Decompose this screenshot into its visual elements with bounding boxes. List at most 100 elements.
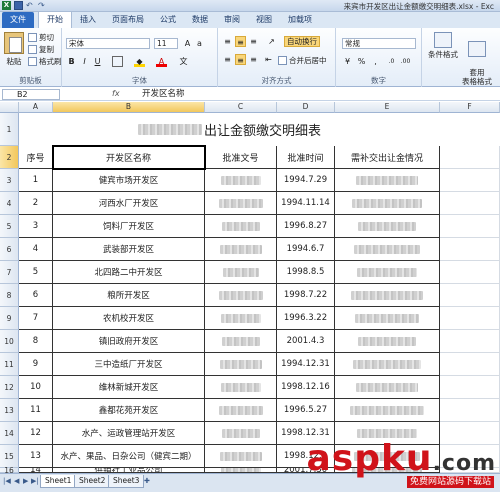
approval-number-cell[interactable]: [205, 215, 277, 238]
approval-date-cell[interactable]: 1994.11.14: [277, 192, 335, 215]
approval-number-cell[interactable]: [205, 353, 277, 376]
cell[interactable]: [440, 284, 500, 307]
underline-icon[interactable]: U: [92, 56, 103, 67]
select-all-corner[interactable]: [0, 102, 19, 113]
payment-status-cell[interactable]: [335, 445, 440, 468]
grow-font-icon[interactable]: A: [182, 38, 193, 49]
save-icon[interactable]: [14, 1, 23, 10]
zone-name-cell[interactable]: 三中造纸厂开发区: [53, 353, 205, 376]
row-number-cell[interactable]: 2: [19, 192, 53, 215]
payment-status-cell[interactable]: [335, 261, 440, 284]
percent-icon[interactable]: %: [356, 56, 367, 67]
payment-status-cell[interactable]: [335, 169, 440, 192]
formula-input[interactable]: 开发区名称: [142, 89, 185, 100]
cell[interactable]: [440, 215, 500, 238]
tab-view[interactable]: 视图: [248, 12, 280, 28]
column-header-b[interactable]: B: [53, 102, 205, 113]
font-name-combo[interactable]: 宋体: [66, 38, 150, 49]
align-left-icon[interactable]: ≡: [222, 54, 233, 65]
align-bottom-icon[interactable]: ≡: [248, 36, 259, 47]
row-header[interactable]: 8: [0, 284, 19, 307]
paste-button[interactable]: 粘贴: [4, 32, 24, 67]
undo-icon[interactable]: ↶: [26, 1, 35, 10]
table-header-cell[interactable]: 开发区名称: [53, 146, 205, 169]
approval-date-cell[interactable]: 1996.8.27: [277, 215, 335, 238]
table-header-cell[interactable]: 批准文号: [205, 146, 277, 169]
row-header[interactable]: 12: [0, 376, 19, 399]
column-header-d[interactable]: D: [277, 102, 335, 113]
payment-status-cell[interactable]: [335, 284, 440, 307]
zone-name-cell[interactable]: 北四路二中开发区: [53, 261, 205, 284]
row-number-cell[interactable]: 9: [19, 353, 53, 376]
row-number-cell[interactable]: 3: [19, 215, 53, 238]
approval-date-cell[interactable]: 1998.12.16: [277, 376, 335, 399]
row-header[interactable]: 10: [0, 330, 19, 353]
format-painter-button[interactable]: 格式刷: [28, 56, 62, 67]
comma-icon[interactable]: ,: [370, 56, 381, 67]
align-top-icon[interactable]: ≡: [222, 36, 233, 47]
sheet-tab-2[interactable]: Sheet2: [74, 475, 111, 488]
first-sheet-icon[interactable]: |◀: [3, 477, 11, 485]
approval-number-cell[interactable]: [205, 399, 277, 422]
payment-status-cell[interactable]: [335, 238, 440, 261]
cell[interactable]: [440, 238, 500, 261]
payment-status-cell[interactable]: [335, 399, 440, 422]
merge-center-button[interactable]: 合并后居中: [278, 55, 327, 66]
tab-insert[interactable]: 插入: [72, 12, 104, 28]
shrink-font-icon[interactable]: a: [194, 38, 205, 49]
row-number-cell[interactable]: 5: [19, 261, 53, 284]
zone-name-cell[interactable]: 河西水厂开发区: [53, 192, 205, 215]
cell[interactable]: [440, 169, 500, 192]
row-header[interactable]: 13: [0, 399, 19, 422]
sheet-tab-1[interactable]: Sheet1: [40, 475, 77, 488]
conditional-format-button[interactable]: 条件格式: [428, 32, 458, 59]
table-header-cell[interactable]: 批准时间: [277, 146, 335, 169]
cell[interactable]: [440, 192, 500, 215]
approval-date-cell[interactable]: 1994.12.31: [277, 353, 335, 376]
row-number-cell[interactable]: 4: [19, 238, 53, 261]
column-header-f[interactable]: F: [440, 102, 500, 113]
redo-icon[interactable]: ↷: [38, 1, 47, 10]
row-header[interactable]: 2: [0, 146, 19, 169]
table-header-cell[interactable]: 序号: [19, 146, 53, 169]
column-header-a[interactable]: A: [19, 102, 53, 113]
approval-number-cell[interactable]: [205, 169, 277, 192]
last-sheet-icon[interactable]: ▶|: [31, 477, 39, 485]
approval-date-cell[interactable]: 1996.5.27: [277, 399, 335, 422]
approval-date-cell[interactable]: 1998.12.2: [277, 445, 335, 468]
tab-file[interactable]: 文件: [2, 12, 34, 28]
zone-name-cell[interactable]: 鑫都花苑开发区: [53, 399, 205, 422]
approval-date-cell[interactable]: 1998.8.5: [277, 261, 335, 284]
approval-number-cell[interactable]: [205, 445, 277, 468]
cell[interactable]: [440, 353, 500, 376]
row-number-cell[interactable]: 1: [19, 169, 53, 192]
approval-date-cell[interactable]: 1994.7.29: [277, 169, 335, 192]
zone-name-cell[interactable]: 健宾市场开发区: [53, 169, 205, 192]
increase-decimal-icon[interactable]: .0: [386, 56, 397, 67]
zone-name-cell[interactable]: 维林新城开发区: [53, 376, 205, 399]
payment-status-cell[interactable]: [335, 422, 440, 445]
cell[interactable]: [440, 330, 500, 353]
italic-icon[interactable]: I: [79, 56, 90, 67]
tab-addins[interactable]: 加载项: [280, 12, 320, 28]
zone-name-cell[interactable]: 粮所开发区: [53, 284, 205, 307]
font-color-icon[interactable]: A: [156, 56, 167, 67]
approval-date-cell[interactable]: 1998.7.22: [277, 284, 335, 307]
column-header-e[interactable]: E: [335, 102, 440, 113]
row-number-cell[interactable]: 8: [19, 330, 53, 353]
decrease-indent-icon[interactable]: ⇤: [263, 54, 274, 65]
approval-number-cell[interactable]: [205, 192, 277, 215]
row-header[interactable]: 5: [0, 215, 19, 238]
spreadsheet-grid[interactable]: 出让金额缴交明细表 序号 开发区名称 批准文号 批准时间 需补交出让金情况 1 健宾市场开发…: [19, 113, 500, 473]
approval-number-cell[interactable]: [205, 284, 277, 307]
payment-status-cell[interactable]: [335, 215, 440, 238]
tab-home[interactable]: 开始: [38, 11, 72, 28]
name-box[interactable]: B2: [2, 89, 60, 100]
row-number-cell[interactable]: 11: [19, 399, 53, 422]
align-center-icon[interactable]: ≡: [235, 54, 246, 65]
approval-number-cell[interactable]: [205, 330, 277, 353]
font-size-combo[interactable]: 11: [154, 38, 178, 49]
row-header[interactable]: 4: [0, 192, 19, 215]
prev-sheet-icon[interactable]: ◀: [14, 477, 19, 485]
row-number-cell[interactable]: 7: [19, 307, 53, 330]
